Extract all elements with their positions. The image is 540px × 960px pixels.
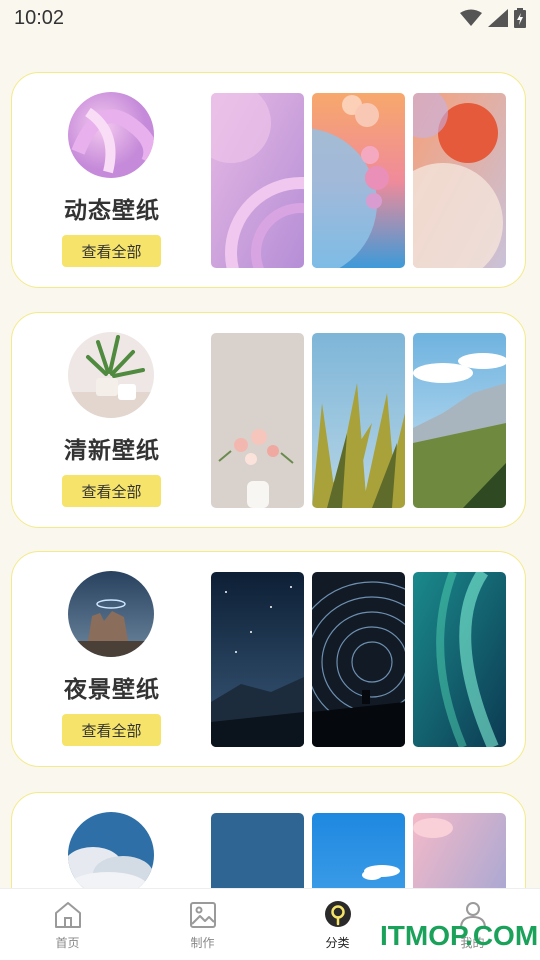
category-avatar: [68, 571, 154, 657]
wallpaper-thumbnail[interactable]: [413, 93, 506, 268]
category-avatar: [68, 812, 154, 898]
tab-label: 首页: [55, 936, 80, 950]
plant-image-icon: [68, 332, 154, 418]
category-icon: [324, 901, 351, 927]
watermark-text: ITMOP.COM: [380, 920, 539, 951]
status-icons: [460, 8, 526, 28]
tab-create[interactable]: 制作: [135, 889, 270, 960]
image-icon: [189, 902, 216, 928]
wallpaper-thumbnail[interactable]: [413, 333, 506, 508]
wifi-icon: [460, 9, 482, 26]
tab-home[interactable]: 首页: [0, 889, 135, 960]
view-all-button[interactable]: 查看全部: [62, 475, 161, 507]
home-icon: [54, 902, 81, 928]
wallpaper-thumbnail[interactable]: [211, 333, 304, 508]
night-rock-image-icon: [68, 571, 154, 657]
status-time: 10:02: [14, 6, 65, 29]
category-title: 夜景壁纸: [64, 677, 160, 703]
battery-icon: [514, 8, 526, 28]
view-all-button[interactable]: 查看全部: [62, 235, 161, 267]
view-all-button[interactable]: 查看全部: [62, 714, 161, 746]
category-card-fresh[interactable]: 清新壁纸 查看全部: [11, 312, 526, 528]
tab-label: 分类: [325, 936, 350, 950]
tab-label: 制作: [190, 936, 215, 950]
wallpaper-thumbnail[interactable]: [211, 572, 304, 747]
wallpaper-thumbnail[interactable]: [312, 333, 405, 508]
cloud-image-icon: [68, 812, 154, 898]
category-avatar: [68, 332, 154, 418]
wallpaper-thumbnail[interactable]: [413, 572, 506, 747]
wallpaper-thumbnail[interactable]: [312, 572, 405, 747]
category-card-night[interactable]: 夜景壁纸 查看全部: [11, 551, 526, 767]
category-avatar: [68, 92, 154, 178]
category-title: 清新壁纸: [64, 438, 160, 464]
status-bar: 10:02: [0, 0, 540, 36]
wallpaper-thumbnail[interactable]: [211, 93, 304, 268]
category-card-dynamic[interactable]: 动态壁纸 查看全部: [11, 72, 526, 288]
category-title: 动态壁纸: [64, 198, 160, 224]
wallpaper-thumbnail[interactable]: [312, 93, 405, 268]
abstract-image-icon: [68, 92, 154, 178]
signal-icon: [488, 9, 508, 27]
